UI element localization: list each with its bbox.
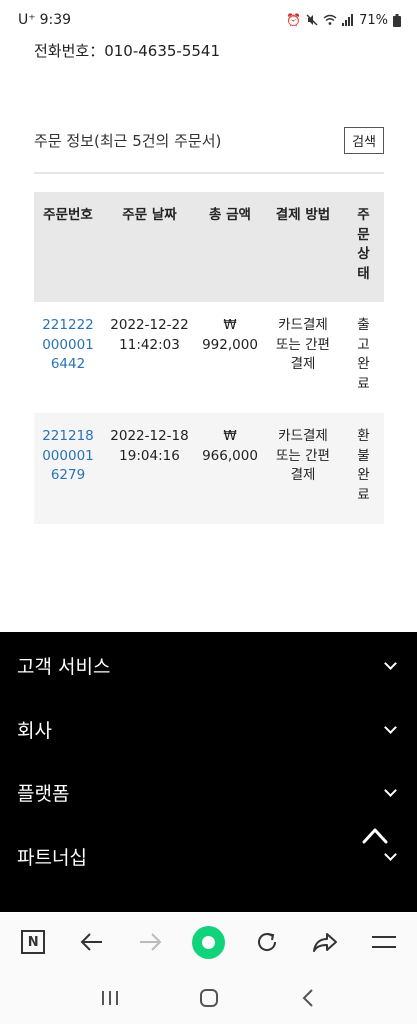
share-icon <box>313 933 338 952</box>
orders-header: 주문 정보(최근 5건의 주문서) 검색 <box>34 127 384 154</box>
header-status: 주문상태 <box>357 207 370 282</box>
footer-accordion-platform[interactable]: 플랫폼 <box>17 777 401 807</box>
refresh-button[interactable] <box>247 922 287 962</box>
arrow-left-icon <box>80 933 102 951</box>
order-payment: 카드결제 또는 간편결제 <box>276 317 330 372</box>
currency-symbol: ₩ <box>223 317 237 333</box>
footer-item-label: 파트너십 <box>17 846 87 869</box>
recent-apps-button[interactable] <box>90 978 130 1018</box>
table-row: 2212180000016279 2022-12-18 19:04:16 ₩ 9… <box>34 413 384 524</box>
order-total: ₩ 966,000 <box>197 413 263 524</box>
table-row: 2212220000016442 2022-12-22 11:42:03 ₩ 9… <box>34 302 384 413</box>
green-dot-icon <box>191 925 225 959</box>
chevron-down-icon <box>384 720 397 734</box>
chevron-left-icon <box>302 988 313 1007</box>
footer-accordion-partnership[interactable]: 파트너십 <box>17 841 401 871</box>
order-date-day: 2022-12-18 <box>110 428 189 444</box>
back-button[interactable] <box>72 922 112 962</box>
chevron-down-icon <box>384 656 397 670</box>
system-back-button[interactable] <box>288 978 328 1018</box>
status-right: ⏰ 71% <box>286 13 401 28</box>
battery-icon <box>393 13 401 27</box>
chevron-down-icon <box>384 847 397 861</box>
footer-item-label: 고객 서비스 <box>17 655 111 678</box>
hamburger-menu-icon <box>371 936 396 948</box>
recent-apps-icon <box>101 990 118 1005</box>
header-payment: 결제 방법 <box>275 207 331 223</box>
battery-level: 71% <box>359 12 388 28</box>
menu-button[interactable] <box>364 922 404 962</box>
header-total: 총 금액 <box>209 207 251 223</box>
site-footer: 고객 서비스 회사 플랫폼 파트너십 <box>0 632 417 912</box>
home-icon <box>199 988 218 1007</box>
divider <box>34 172 384 174</box>
order-number-link[interactable]: 2212180000016279 <box>34 413 102 524</box>
arrow-right-icon <box>140 933 162 951</box>
order-payment: 카드결제 또는 간편결제 <box>276 428 330 483</box>
share-button[interactable] <box>305 922 345 962</box>
browser-toolbar: N <box>0 913 417 971</box>
order-date-day: 2022-12-22 <box>110 317 189 333</box>
search-button[interactable]: 검색 <box>344 127 384 154</box>
naver-home-button[interactable]: N <box>13 922 53 962</box>
green-dot-button[interactable] <box>188 922 228 962</box>
footer-item-label: 플랫폼 <box>17 782 70 805</box>
naver-n-icon: N <box>21 930 46 954</box>
order-status: 환불완료 <box>357 428 370 503</box>
order-number-link[interactable]: 2212220000016442 <box>34 302 102 413</box>
order-amount: 966,000 <box>202 447 258 464</box>
footer-item-label: 회사 <box>17 719 52 742</box>
carrier-label: U⁺ <box>18 12 36 28</box>
wifi-icon <box>323 14 337 25</box>
table-header-row: 주문번호 주문 날짜 총 금액 결제 방법 주문상태 <box>34 192 384 302</box>
scroll-to-top-icon[interactable] <box>362 825 388 845</box>
chevron-down-icon <box>384 783 397 797</box>
header-order-no: 주문번호 <box>43 207 93 223</box>
footer-accordion-customer-service[interactable]: 고객 서비스 <box>17 650 401 680</box>
order-total: ₩ 992,000 <box>197 302 263 413</box>
status-bar: U⁺ 9:39 ⏰ 71% <box>0 0 417 40</box>
system-nav-bar <box>0 971 417 1024</box>
order-date: 2022-12-22 11:42:03 <box>102 302 197 413</box>
status-left: U⁺ 9:39 <box>18 12 71 28</box>
order-amount: 992,000 <box>202 336 258 353</box>
order-status: 출고완료 <box>357 317 370 392</box>
home-button[interactable] <box>189 978 229 1018</box>
order-date-time: 11:42:03 <box>119 336 180 353</box>
clock: 9:39 <box>39 12 72 28</box>
phone-number: 전화번호：010-4635-5541 <box>34 42 221 60</box>
signal-icon <box>342 14 354 26</box>
mute-icon <box>306 14 318 26</box>
orders-title: 주문 정보(최근 5건의 주문서) <box>34 132 222 150</box>
header-order-date: 주문 날짜 <box>122 207 177 223</box>
order-date: 2022-12-18 19:04:16 <box>102 413 197 524</box>
currency-symbol: ₩ <box>223 428 237 444</box>
refresh-icon <box>257 933 276 951</box>
forward-button[interactable] <box>130 922 170 962</box>
order-date-time: 19:04:16 <box>119 447 180 464</box>
alarm-icon: ⏰ <box>286 13 302 27</box>
footer-accordion-company[interactable]: 회사 <box>17 714 401 744</box>
orders-table: 주문번호 주문 날짜 총 금액 결제 방법 주문상태 2212220000016… <box>34 192 384 524</box>
